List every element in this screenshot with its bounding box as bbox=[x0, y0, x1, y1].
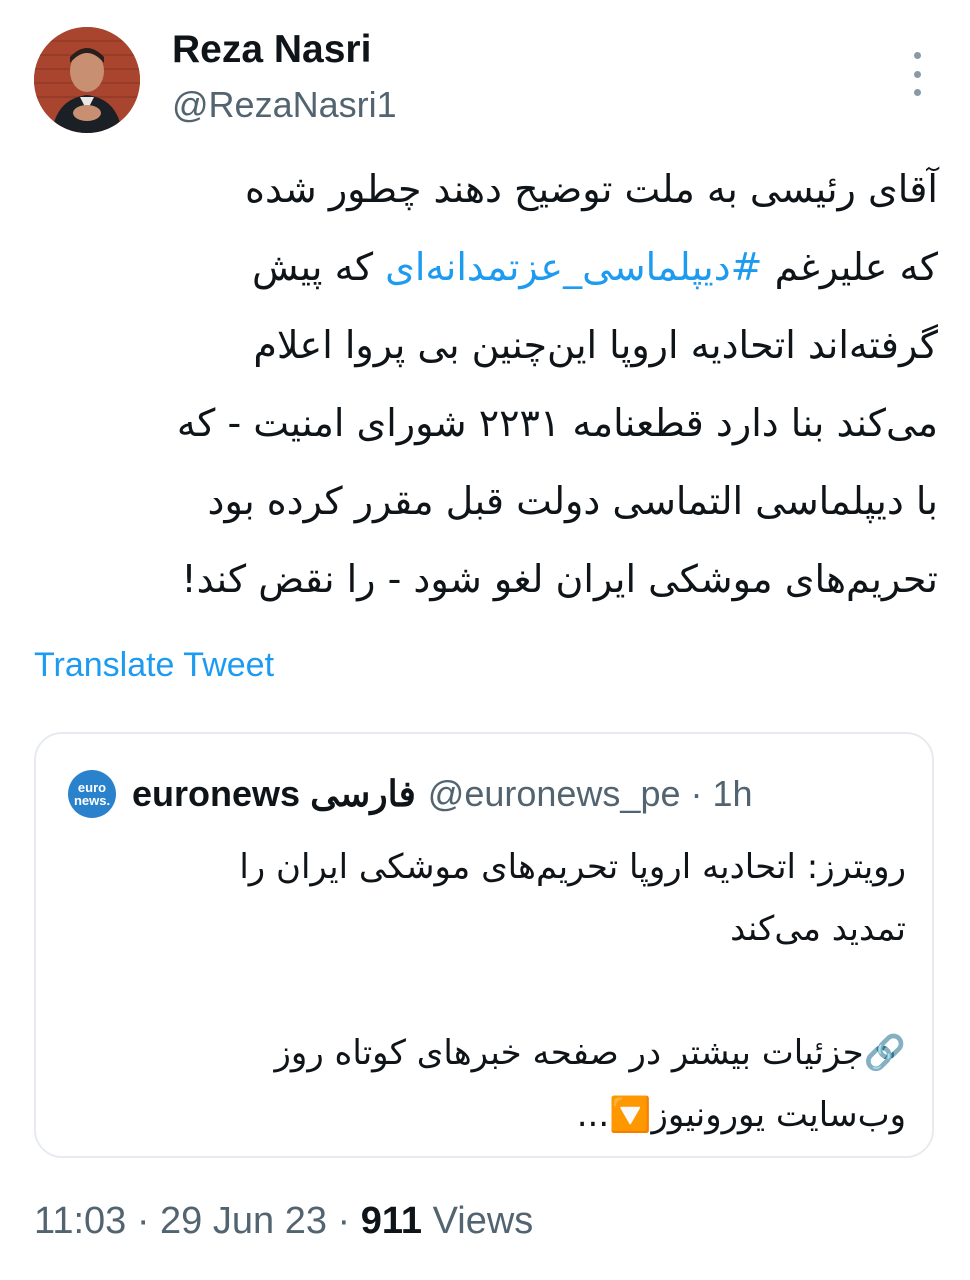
hashtag-link[interactable]: #دیپلماسی_عزتمدانه‌ای bbox=[385, 245, 762, 289]
euronews-logo: euro news. bbox=[68, 770, 116, 818]
author-handle[interactable]: @RezaNasri1 bbox=[172, 84, 397, 126]
quoted-spacer bbox=[76, 960, 906, 1022]
quoted-handle-time: @euronews_pe · 1h bbox=[427, 773, 753, 814]
quoted-header: euronews فارسی @euronews_pe · 1h bbox=[132, 766, 753, 822]
quoted-tweet-card[interactable]: euro news. euronews فارسی @euronews_pe ·… bbox=[34, 732, 934, 1158]
views-count: 911 bbox=[360, 1200, 423, 1242]
tweet-line: که علیرغم #دیپلماسی_عزتمدانه‌ای که پیش bbox=[32, 228, 938, 306]
tweet-line: گرفته‌اند اتحادیه اروپا این‌چنین بی پروا… bbox=[253, 323, 938, 367]
logo-text-bottom: news. bbox=[73, 793, 111, 808]
tweet-line: با دیپلماسی التماسی دولت قبل مقرر کرده ب… bbox=[207, 479, 938, 523]
tweet-text-fragment: که پیش bbox=[252, 245, 386, 289]
quoted-line: 🔗جزئیات بیشتر در صفحه خبرهای کوتاه روز bbox=[274, 1033, 906, 1073]
quoted-line: تمدید می‌کند bbox=[730, 909, 906, 949]
avatar[interactable] bbox=[34, 27, 140, 133]
quoted-text: رویترز: اتحادیه اروپا تحریم‌های موشکی ای… bbox=[76, 836, 906, 1146]
translate-tweet-link[interactable]: Translate Tweet bbox=[34, 646, 274, 685]
author-name[interactable]: Reza Nasri bbox=[172, 28, 371, 72]
quoted-line: رویترز: اتحادیه اروپا تحریم‌های موشکی ای… bbox=[239, 847, 906, 887]
tweet-text: آقای رئیسی به ملت توضیح دهند چطور شده که… bbox=[32, 150, 938, 618]
timestamp[interactable]: 11:03 · 29 Jun 23 · bbox=[34, 1200, 361, 1242]
tweet-line: آقای رئیسی به ملت توضیح دهند چطور شده bbox=[245, 167, 938, 211]
tweet-timestamp-views: 11:03 · 29 Jun 23 · 911 Views bbox=[34, 1200, 533, 1243]
more-options-icon[interactable] bbox=[900, 52, 934, 96]
quoted-author-name: euronews فارسی bbox=[132, 773, 416, 814]
views-label: Views bbox=[422, 1200, 534, 1242]
tweet-line: می‌کند بنا دارد قطعنامه ۲۲۳۱ شورای امنیت… bbox=[176, 401, 938, 445]
quoted-line: وب‌سایت یورونیوز🔽... bbox=[576, 1095, 906, 1135]
tweet-line: تحریم‌های موشکی ایران لغو شود - را نقض ک… bbox=[181, 557, 938, 601]
tweet-text-fragment: که علیرغم bbox=[762, 245, 938, 289]
